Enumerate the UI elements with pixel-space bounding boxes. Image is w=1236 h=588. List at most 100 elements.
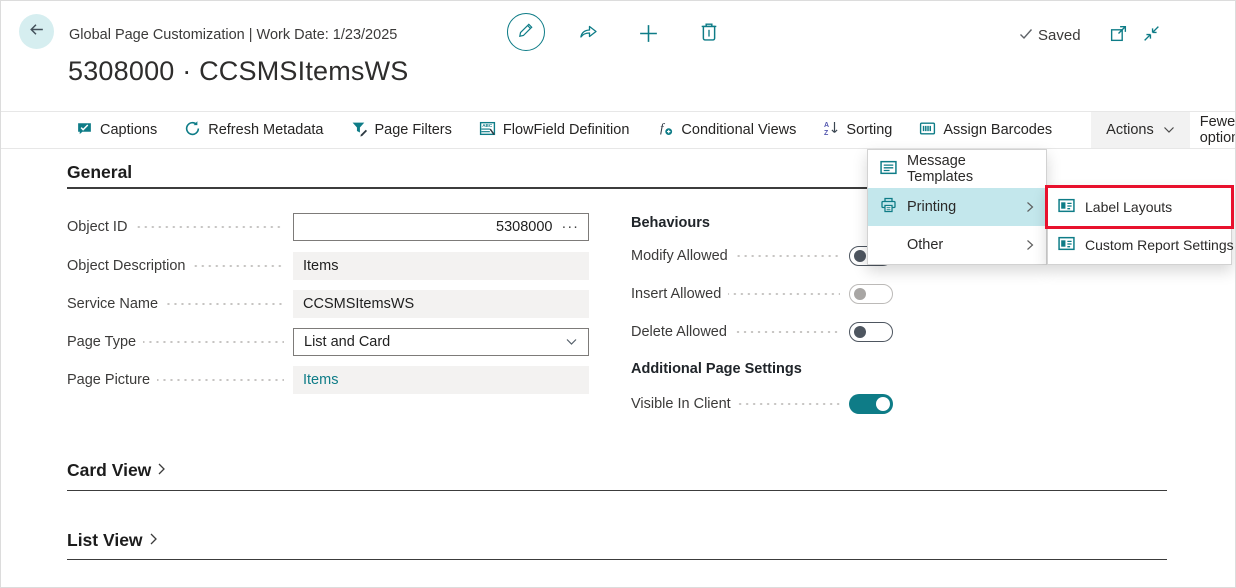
menu-item-other[interactable]: Other	[868, 226, 1046, 264]
toolbar-item-assign-barcodes[interactable]: Assign Barcodes	[919, 120, 1052, 141]
actions-dropdown-menu: Message Templates Printing Other	[867, 149, 1047, 265]
toolbar-label: Sorting	[846, 122, 892, 138]
label-text: Object Description	[67, 258, 185, 274]
section-header-card-view[interactable]: Card View	[67, 460, 166, 481]
form-icon	[880, 160, 897, 179]
check-icon	[1019, 27, 1033, 44]
field-row-visible-in-client: Visible In Client	[631, 390, 893, 418]
fewer-options-button[interactable]: Fewer options	[1200, 114, 1236, 146]
page: Global Page Customization | Work Date: 1…	[0, 0, 1236, 588]
toolbar-item-sorting[interactable]: AZ Sorting	[823, 120, 892, 140]
label-text: Insert Allowed	[631, 286, 721, 302]
svg-text:ABC: ABC	[482, 123, 493, 128]
trash-icon	[700, 21, 718, 47]
toolbar-label: Refresh Metadata	[208, 122, 323, 138]
menu-item-label: Other	[907, 237, 943, 253]
dotted-leader	[738, 403, 840, 405]
toolbar-item-conditional-views[interactable]: f Conditional Views	[656, 120, 796, 140]
pencil-icon	[517, 21, 535, 44]
field-label: Page Type	[67, 334, 293, 350]
fx-plus-icon: f	[656, 120, 674, 140]
toolbar-label: Assign Barcodes	[943, 122, 1052, 138]
chevron-down-icon	[565, 334, 578, 350]
section-header-list-view[interactable]: List View	[67, 530, 158, 551]
delete-allowed-toggle[interactable]	[849, 322, 893, 342]
field-row-page-picture: Page Picture Items	[67, 366, 589, 394]
menu-item-message-templates[interactable]: Message Templates	[868, 150, 1046, 188]
toggle-knob	[854, 250, 866, 262]
object-description-field[interactable]: Items	[293, 252, 589, 280]
menu-item-printing[interactable]: Printing	[868, 188, 1046, 226]
page-type-select[interactable]: List and Card	[293, 328, 589, 356]
sort-az-icon: AZ	[823, 120, 839, 140]
object-id-input[interactable]: 5308000 ···	[293, 213, 589, 241]
toggle-knob	[854, 326, 866, 338]
field-row-object-id: Object ID 5308000 ···	[67, 213, 589, 241]
assist-edit-button[interactable]: ···	[562, 219, 580, 235]
additional-page-settings-subheader: Additional Page Settings	[631, 361, 802, 377]
field-label: Object ID	[67, 219, 293, 235]
share-icon	[576, 22, 599, 47]
page-picture-link[interactable]: Items	[303, 372, 338, 388]
field-value: Items	[303, 258, 338, 274]
service-name-field[interactable]: CCSMSItemsWS	[293, 290, 589, 318]
section-divider	[67, 559, 1167, 560]
chevron-right-icon	[157, 460, 166, 481]
collapse-button[interactable]	[1142, 24, 1161, 48]
toolbar-item-captions[interactable]: Captions	[76, 120, 157, 141]
barcode-icon	[919, 120, 936, 141]
refresh-icon	[184, 120, 201, 141]
collapse-icon	[1142, 24, 1161, 48]
svg-text:f: f	[660, 120, 666, 135]
dotted-leader	[735, 255, 840, 257]
toolbar-label: Conditional Views	[681, 122, 796, 138]
insert-allowed-toggle[interactable]	[849, 284, 893, 304]
dotted-leader	[134, 226, 284, 228]
back-arrow-icon	[27, 20, 46, 44]
actions-menu-button[interactable]: Actions	[1091, 112, 1190, 148]
open-in-new-window-button[interactable]	[1109, 24, 1128, 48]
dotted-leader	[157, 379, 284, 381]
field-row-page-type: Page Type List and Card	[67, 328, 589, 356]
printer-icon	[880, 197, 897, 217]
section-header-general[interactable]: General	[67, 162, 132, 183]
field-row-object-description: Object Description Items	[67, 252, 589, 280]
field-value: CCSMSItemsWS	[303, 296, 414, 312]
edit-button[interactable]	[507, 13, 545, 51]
saved-label: Saved	[1038, 27, 1081, 44]
toolbar-item-page-filters[interactable]: Page Filters	[351, 120, 452, 141]
toolbar-label: Page Filters	[375, 122, 452, 138]
share-button[interactable]	[576, 22, 599, 47]
submenu-chevron-icon	[1026, 239, 1034, 251]
field-label: Service Name	[67, 296, 293, 312]
label-text: Page Type	[67, 334, 136, 350]
toggle-knob	[876, 397, 890, 411]
filter-pencil-icon	[351, 120, 368, 141]
section-title-text: Card View	[67, 460, 151, 481]
section-divider	[67, 490, 1167, 491]
toolbar-item-refresh-metadata[interactable]: Refresh Metadata	[184, 120, 323, 141]
breadcrumb: Global Page Customization | Work Date: 1…	[69, 27, 397, 43]
menu-item-label: Label Layouts	[1085, 199, 1172, 215]
menu-item-custom-report-settings[interactable]: Custom Report Settings	[1048, 226, 1231, 264]
new-button[interactable]	[637, 22, 660, 50]
card-icon	[1058, 236, 1075, 254]
field-row-delete-allowed: Delete Allowed	[631, 318, 893, 346]
page-picture-field[interactable]: Items	[293, 366, 589, 394]
field-value: List and Card	[304, 334, 390, 350]
menu-item-label-layouts[interactable]: Label Layouts	[1048, 188, 1231, 226]
dotted-leader	[165, 303, 284, 305]
back-button[interactable]	[19, 14, 54, 49]
delete-button[interactable]	[700, 21, 718, 47]
plus-icon	[637, 22, 660, 50]
chevron-right-icon	[149, 530, 158, 551]
field-row-service-name: Service Name CCSMSItemsWS	[67, 290, 589, 318]
visible-in-client-toggle[interactable]	[849, 394, 893, 414]
dotted-leader	[192, 265, 284, 267]
toolbar-item-flowfield-definition[interactable]: ABC FlowField Definition	[479, 120, 630, 141]
label-text: Visible In Client	[631, 396, 731, 412]
flowfield-table-icon: ABC	[479, 120, 496, 141]
behaviours-subheader: Behaviours	[631, 215, 710, 231]
dotted-leader	[143, 341, 284, 343]
section-title-text: General	[67, 162, 132, 183]
